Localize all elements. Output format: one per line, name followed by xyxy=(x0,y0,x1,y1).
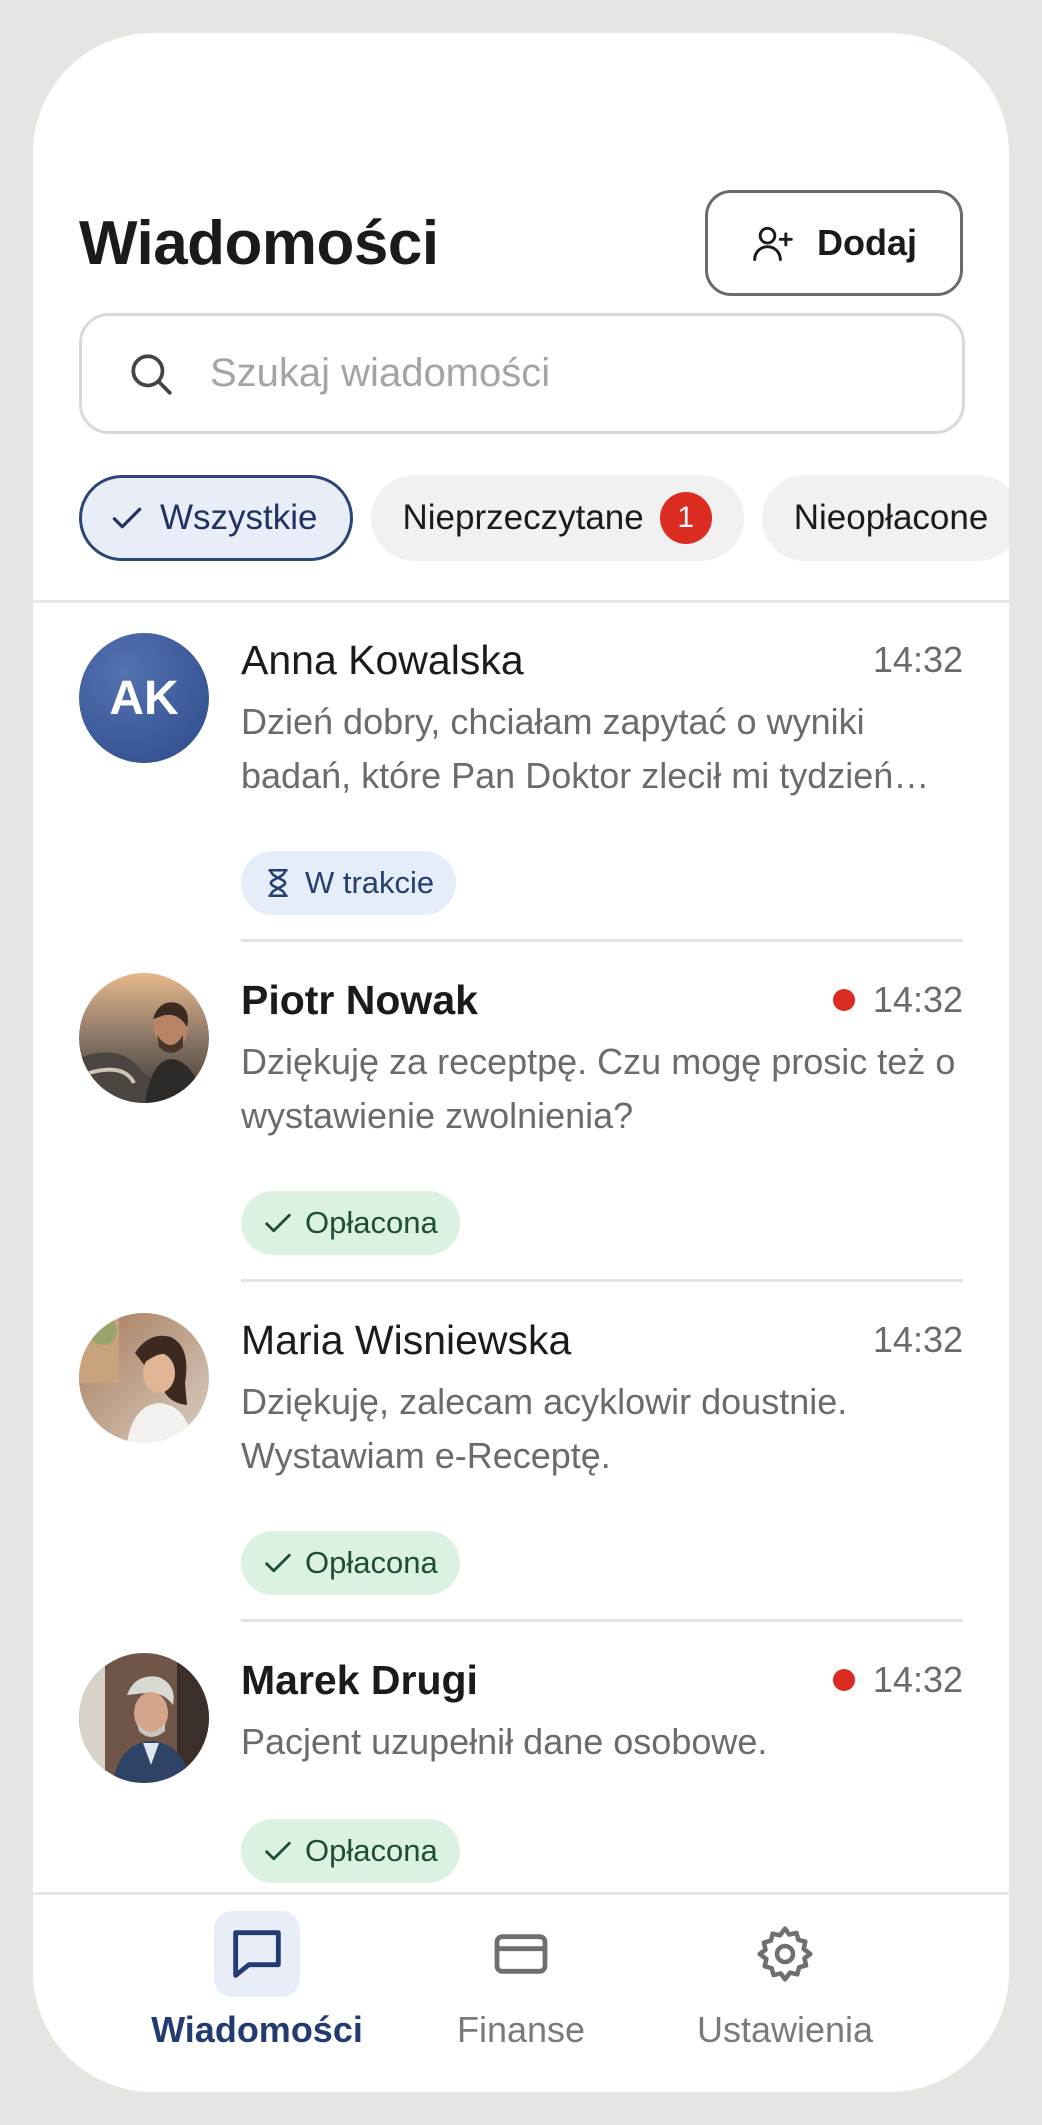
message-time: 14:32 xyxy=(873,639,963,681)
message-preview: Dzień dobry, chciałam zapytać o wyniki b… xyxy=(241,701,894,796)
add-person-icon xyxy=(753,226,793,261)
status-label: Opłacona xyxy=(305,1545,438,1580)
status-label: Opłacona xyxy=(305,1833,438,1868)
nav-label: Ustawienia xyxy=(696,2009,874,2050)
message-list: AK Anna Kowalska 14:32 Dzień dobry, chci… xyxy=(33,603,1009,1928)
phone-screen: Wiadomości Dodaj Wszystkie Nieprzeczytan… xyxy=(33,33,1009,2092)
profile-photo-icon xyxy=(79,1313,209,1443)
nav-label: Finanse xyxy=(456,2009,586,2050)
filter-chip-label: Nieopłacone xyxy=(793,498,989,537)
message-time: 14:32 xyxy=(832,1659,963,1701)
status-label: W trakcie xyxy=(305,865,435,900)
avatar: AK xyxy=(79,633,209,763)
check-icon xyxy=(265,1841,291,1861)
profile-photo-icon xyxy=(79,1653,209,1783)
filter-chip-label: Nieprzeczytane xyxy=(402,498,644,537)
message-preview: Pacjent uzupełnił dane osobowe. xyxy=(241,1721,768,1762)
message-item[interactable]: Maria Wisniewska 14:32 Dziękuję, zalecam… xyxy=(33,1283,1009,1623)
status-badge: Opłacona xyxy=(241,1819,460,1883)
unread-dot xyxy=(832,1669,855,1691)
nav-item-settings[interactable]: Ustawienia xyxy=(655,1911,915,2051)
credit-card-icon xyxy=(494,1934,548,1974)
message-time: 14:32 xyxy=(832,979,963,1021)
time-text: 14:32 xyxy=(872,1319,963,1360)
avatar xyxy=(79,973,209,1103)
status-badge: Opłacona xyxy=(241,1191,460,1255)
message-preview: Dziękuję, zalecam acyklowir doustnie. Wy… xyxy=(241,1381,848,1476)
filter-chip-unpaid[interactable]: Nieopłacone xyxy=(761,475,1009,561)
unread-count-badge: 1 xyxy=(659,492,712,544)
add-button[interactable]: Dodaj xyxy=(705,190,963,296)
bottom-navigation: Wiadomości Finanse Ustawienia xyxy=(33,1892,1009,2092)
row-divider xyxy=(241,1279,963,1282)
filter-chips: Wszystkie Nieprzeczytane 1 Nieopłacone xyxy=(79,475,1009,563)
search-icon xyxy=(131,353,172,395)
filter-chip-all[interactable]: Wszystkie xyxy=(79,475,353,561)
status-label: Opłacona xyxy=(305,1205,438,1240)
message-item[interactable]: Marek Drugi 14:32 Pacjent uzupełnił dane… xyxy=(33,1623,1009,1928)
hourglass-icon xyxy=(268,868,288,898)
message-time: 14:32 xyxy=(873,1319,963,1361)
sender-name: Marek Drugi xyxy=(241,1657,478,1703)
avatar xyxy=(79,1313,209,1443)
page-title: Wiadomości xyxy=(79,208,439,278)
message-preview: Dziękuję za receptpę. Czu mogę prosic te… xyxy=(241,1041,956,1136)
status-badge: Opłacona xyxy=(241,1531,460,1595)
time-text: 14:32 xyxy=(872,979,963,1020)
check-icon xyxy=(265,1553,291,1573)
sender-name: Maria Wisniewska xyxy=(241,1317,572,1363)
nav-item-finance[interactable]: Finanse xyxy=(391,1911,651,2051)
status-badge: W trakcie xyxy=(241,851,457,915)
check-icon xyxy=(112,507,142,529)
time-text: 14:32 xyxy=(872,1659,963,1700)
chat-bubble-icon xyxy=(233,1930,281,1978)
nav-icon-container xyxy=(478,1911,564,1997)
sender-name: Piotr Nowak xyxy=(241,977,478,1023)
nav-item-messages[interactable]: Wiadomości xyxy=(127,1911,387,2051)
filter-chip-label: Wszystkie xyxy=(160,498,318,537)
unread-dot xyxy=(832,989,855,1011)
avatar xyxy=(79,1653,209,1783)
search-input[interactable] xyxy=(210,351,850,396)
nav-icon-container xyxy=(214,1911,300,1997)
profile-photo-icon xyxy=(79,973,209,1103)
row-divider xyxy=(241,939,963,942)
search-bar[interactable] xyxy=(79,313,965,434)
sender-name: Anna Kowalska xyxy=(241,637,524,683)
add-button-label: Dodaj xyxy=(816,222,917,263)
header: Wiadomości Dodaj xyxy=(79,183,963,303)
row-divider xyxy=(241,1619,963,1622)
message-item[interactable]: AK Anna Kowalska 14:32 Dzień dobry, chci… xyxy=(33,603,1009,943)
time-text: 14:32 xyxy=(872,639,963,680)
nav-label: Wiadomości xyxy=(151,2009,363,2050)
nav-icon-container xyxy=(742,1911,828,1997)
check-icon xyxy=(265,1213,291,1233)
gear-icon xyxy=(757,1926,813,1982)
filter-chip-unread[interactable]: Nieprzeczytane 1 xyxy=(370,475,744,561)
message-item[interactable]: Piotr Nowak 14:32 Dziękuję za receptpę. … xyxy=(33,943,1009,1283)
